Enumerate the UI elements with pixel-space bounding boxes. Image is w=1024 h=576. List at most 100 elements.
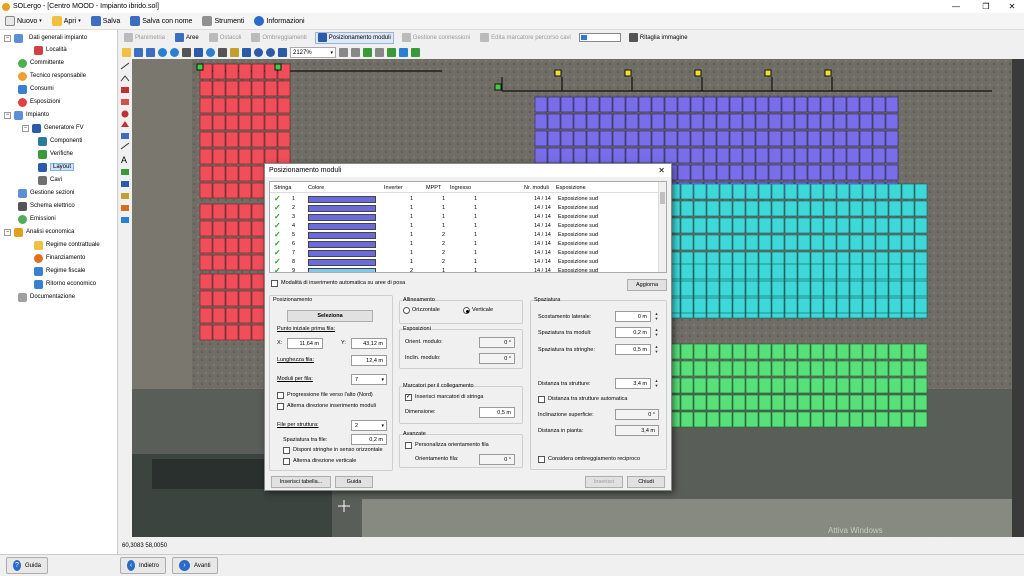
pv-module[interactable] [706,394,720,411]
pv-module[interactable] [875,343,889,360]
spaziatura-file-field[interactable]: 0,2 m [351,434,387,445]
pv-module[interactable] [794,113,808,130]
pv-module[interactable] [836,183,850,200]
pv-module[interactable] [836,343,850,360]
inserisci-marcatori-checkbox[interactable]: ✓ [405,394,412,401]
pv-module[interactable] [862,234,876,251]
pv-module[interactable] [755,113,769,130]
pv-module[interactable] [771,377,785,394]
pv-module[interactable] [888,360,902,377]
verticale-radio[interactable] [463,307,470,314]
pv-module[interactable] [703,147,717,164]
pv-module[interactable] [771,183,785,200]
pv-module[interactable] [745,263,759,280]
pv-module[interactable] [638,96,652,113]
pv-module[interactable] [732,217,746,234]
pv-module[interactable] [797,183,811,200]
table-row[interactable]: ✓ 4 1 1 1 14 / 14 Esposizione sud [270,221,660,231]
pv-module[interactable] [199,254,213,271]
inclinazione-superficie-field[interactable]: 0 ° [615,409,659,420]
pv-module[interactable] [651,96,665,113]
pv-module[interactable] [729,164,743,181]
pv-module[interactable] [784,377,798,394]
guida-button[interactable]: Guida [335,476,373,488]
aggiorna-button[interactable]: Aggiorna [627,279,667,291]
tree-item-componenti[interactable]: Componenti [38,135,82,147]
pv-module[interactable] [862,183,876,200]
pv-module[interactable] [212,80,226,97]
export-icon[interactable] [146,47,155,57]
pv-module[interactable] [703,130,717,147]
pv-module[interactable] [914,234,928,251]
pv-module[interactable] [901,200,915,217]
pv-module[interactable] [862,200,876,217]
pv-module[interactable] [914,377,928,394]
pv-module[interactable] [625,147,639,164]
pv-module[interactable] [833,130,847,147]
pv-module[interactable] [716,96,730,113]
pv-module[interactable] [732,360,746,377]
pv-module[interactable] [719,263,733,280]
pv-module[interactable] [885,113,899,130]
column-header-inverter[interactable]: Inverter [384,185,403,191]
column-header-colore[interactable]: Colore [308,185,324,191]
pv-module[interactable] [703,113,717,130]
pv-module[interactable] [612,147,626,164]
pv-module[interactable] [560,130,574,147]
pv-module[interactable] [862,360,876,377]
pv-module[interactable] [784,183,798,200]
tools-button[interactable]: Strumenti [199,14,247,28]
pv-module[interactable] [680,394,694,411]
collapse-icon[interactable]: − [4,34,11,42]
string-color-swatch[interactable] [308,214,376,221]
pan-icon[interactable] [194,47,203,57]
pv-module[interactable] [732,394,746,411]
pv-module[interactable] [212,63,226,80]
pv-module[interactable] [238,165,252,182]
rotate-icon[interactable] [206,47,215,57]
pv-module[interactable] [199,97,213,114]
pv-module[interactable] [901,280,915,297]
tree-item-consumi[interactable]: Consumi [18,83,54,95]
pv-module[interactable] [862,394,876,411]
pv-module[interactable] [755,130,769,147]
pv-module[interactable] [703,96,717,113]
pv-module[interactable] [849,200,863,217]
string-marker[interactable] [196,63,204,71]
inclin-modulo-field[interactable]: 0 ° [479,353,515,364]
pv-module[interactable] [719,183,733,200]
pv-module[interactable] [664,130,678,147]
pv-module[interactable] [212,182,226,199]
pv-module[interactable] [719,377,733,394]
pv-module[interactable] [914,360,928,377]
pv-module[interactable] [745,343,759,360]
next-button[interactable]: › Avanti [172,557,218,574]
pv-module[interactable] [901,217,915,234]
pv-module[interactable] [693,263,707,280]
pv-module[interactable] [833,96,847,113]
pv-module[interactable] [706,377,720,394]
pv-module[interactable] [755,96,769,113]
pv-module[interactable] [794,130,808,147]
pv-module[interactable] [199,324,213,341]
pv-module[interactable] [199,114,213,131]
pv-module[interactable] [251,97,265,114]
pv-module[interactable] [742,113,756,130]
collapse-icon[interactable]: − [4,111,11,119]
pv-module[interactable] [914,200,928,217]
column-header-ingresso[interactable]: Ingresso [450,185,471,191]
pv-module[interactable] [771,200,785,217]
pv-module[interactable] [849,360,863,377]
pv-module[interactable] [823,297,837,314]
pv-module[interactable] [560,96,574,113]
pv-module[interactable] [784,263,798,280]
pv-module[interactable] [810,183,824,200]
string-marker[interactable] [764,69,772,77]
ombreggiamento-reciproco-checkbox[interactable] [538,456,545,463]
pv-module[interactable] [849,183,863,200]
snap-icon[interactable] [351,47,360,57]
pv-module[interactable] [745,377,759,394]
pv-module[interactable] [560,147,574,164]
pv-module[interactable] [264,80,278,97]
ostacoli-button[interactable]: Ostacoli [207,32,244,44]
